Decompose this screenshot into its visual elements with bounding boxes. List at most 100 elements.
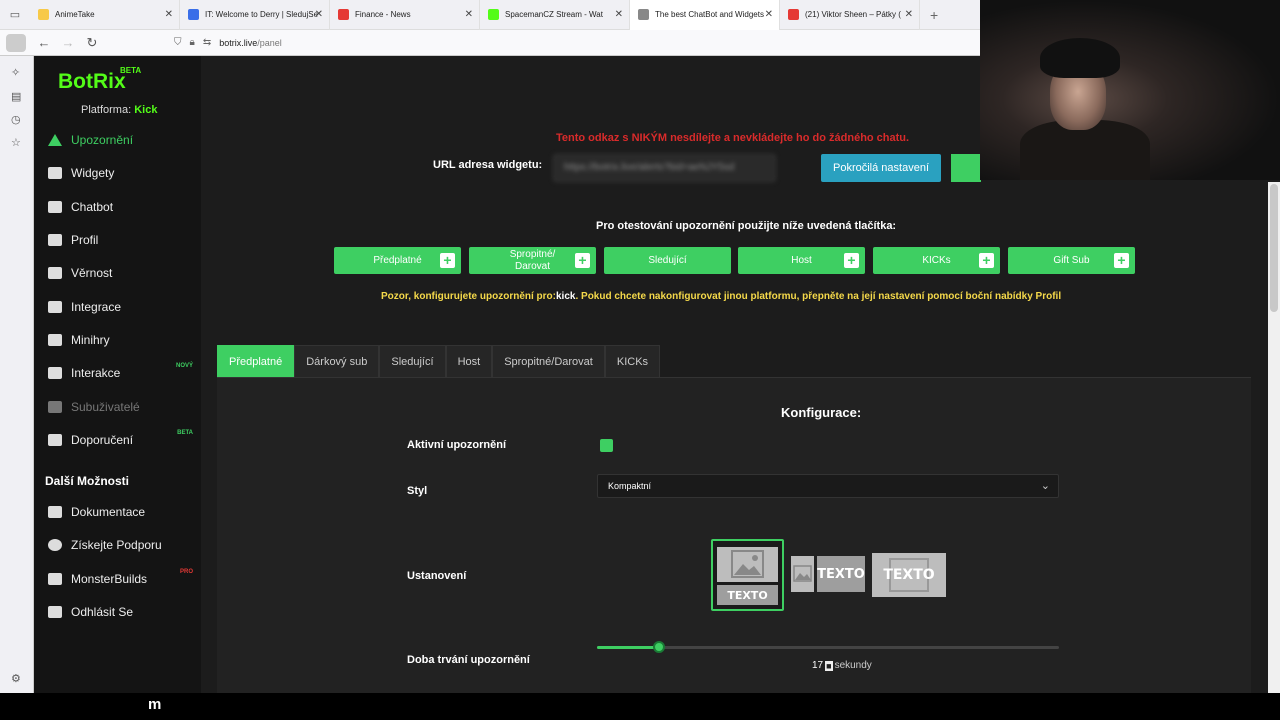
sidebar-item-label: Dokumentace: [71, 505, 146, 519]
close-tab-icon[interactable]: ✕: [615, 9, 623, 20]
browser-tab[interactable]: Finance - News ✕: [330, 0, 480, 30]
ai-chat-icon[interactable]: ✧: [11, 66, 20, 79]
browser-tab[interactable]: IT: Welcome to Derry | SledujSe ✕: [180, 0, 330, 30]
tab-favicon-icon: [188, 9, 199, 20]
close-tab-icon[interactable]: ✕: [905, 9, 913, 20]
plus-icon[interactable]: +: [575, 253, 590, 268]
note-suffix: . Pokud chcete nakonfigurovat jinou plat…: [575, 291, 1062, 302]
question-icon: [48, 539, 62, 551]
test-gift-sub-button[interactable]: Gift Sub +: [1008, 247, 1135, 274]
lock-icon[interactable]: 🔒︎: [190, 37, 195, 48]
shield-icon[interactable]: ⛉: [174, 37, 182, 48]
sidebar-item-minigames[interactable]: Minihry: [48, 330, 198, 350]
tab-title: AnimeTake: [55, 10, 95, 19]
test-subscription-button[interactable]: Předplatné +: [334, 247, 461, 274]
duration-number[interactable]: 17: [812, 660, 823, 671]
page-settings-icon[interactable]: ⇆: [203, 37, 211, 48]
brand-badge: BETA: [120, 66, 142, 75]
scrollbar-thumb[interactable]: [1270, 184, 1278, 312]
tab-kicks[interactable]: KICKs: [604, 345, 661, 378]
sidebar-item-label: MonsterBuilds: [71, 572, 148, 586]
browser-tab-active[interactable]: The best ChatBot and Widgets ✕: [630, 0, 780, 30]
reload-icon[interactable]: ↻: [80, 35, 104, 51]
page-scrollbar[interactable]: [1268, 182, 1280, 693]
tab-title: SpacemanCZ Stream - Wat: [505, 10, 603, 19]
sidebar-item-label: Chatbot: [71, 200, 114, 214]
advanced-settings-button[interactable]: Pokročilá nastavení: [821, 154, 941, 182]
sidebar-item-label: Odhlásit Se: [71, 605, 134, 619]
plug-icon: [48, 301, 62, 313]
tab-tips[interactable]: Spropitné/Darovat: [492, 345, 605, 378]
browser-tab[interactable]: (21) Viktor Sheen – Pátky ( ✕: [780, 0, 920, 30]
widget-url-field[interactable]: https://botrix.live/alerts?bid=aeNJY5sd: [553, 154, 776, 182]
sidebar-toggle-icon[interactable]: [6, 33, 26, 52]
sidebar-item-logout[interactable]: Odhlásit Se: [48, 602, 198, 622]
layout-option-image-top[interactable]: TEXTO: [711, 539, 784, 611]
test-button-label: Spropitné/ Darovat: [509, 248, 556, 272]
tab-gift-sub[interactable]: Dárkový sub: [294, 345, 380, 378]
text-cursor: ■: [825, 660, 833, 671]
test-kicks-button[interactable]: KICKs +: [873, 247, 1000, 274]
active-alert-label: Aktivní upozornění: [407, 439, 506, 451]
brand-logo[interactable]: BotRix: [58, 70, 126, 94]
forward-icon[interactable]: →: [56, 35, 80, 50]
tab-subscription[interactable]: Předplatné: [217, 345, 295, 378]
layout-option-image-left[interactable]: TEXTO: [791, 556, 865, 592]
plus-icon[interactable]: +: [1114, 253, 1129, 268]
sidebar-item-referrals[interactable]: Doporučení BETA: [48, 430, 198, 450]
plus-icon[interactable]: +: [979, 253, 994, 268]
history-icon[interactable]: ◷: [11, 113, 21, 126]
back-icon[interactable]: ←: [32, 35, 56, 50]
taskbar-label: m: [148, 696, 162, 713]
alert-type-tabs: Předplatné Dárkový sub Sledující Host Sp…: [217, 345, 661, 378]
sidebar-item-support[interactable]: Získejte Podporu: [48, 535, 198, 555]
browser-tab[interactable]: AnimeTake ✕: [30, 0, 180, 30]
duration-slider-handle[interactable]: [653, 641, 665, 653]
bookmarks-icon[interactable]: ☆: [11, 136, 21, 149]
test-host-button[interactable]: Host +: [738, 247, 865, 274]
scroll-icon: [48, 506, 62, 518]
copy-url-button[interactable]: [951, 154, 981, 182]
sidebar-item-integrations[interactable]: Integrace: [48, 297, 198, 317]
webcam-overlay: [980, 0, 1280, 180]
sidebar-item-interactions[interactable]: Interakce NOVÝ: [48, 363, 198, 383]
test-tip-button[interactable]: Spropitné/ Darovat +: [469, 247, 596, 274]
platform-note: Pozor, konfigurujete upozornění pro:kick…: [381, 291, 1061, 302]
layout-option-overlay[interactable]: TEXTO: [872, 553, 946, 597]
duration-value: 17 ■ sekundy: [812, 660, 872, 671]
plus-icon[interactable]: +: [844, 253, 859, 268]
plus-icon[interactable]: +: [440, 253, 455, 268]
new-tab-icon[interactable]: +: [930, 7, 938, 23]
sidebar-item-widgets[interactable]: Widgety: [48, 163, 198, 183]
layout-text-sample: TEXTO: [717, 585, 778, 605]
sidebar-item-subusers[interactable]: Subuživatelé: [48, 397, 198, 417]
sidebar-item-alerts[interactable]: Upozornění: [48, 130, 198, 150]
active-alert-checkbox[interactable]: [600, 439, 613, 452]
browser-tab[interactable]: SpacemanCZ Stream - Wat ✕: [480, 0, 630, 30]
close-tab-icon[interactable]: ✕: [165, 9, 173, 20]
sidebar-item-label: Věrnost: [71, 266, 113, 280]
close-tab-icon[interactable]: ✕: [465, 9, 473, 20]
style-select[interactable]: Kompaktní ⌄: [597, 474, 1059, 498]
browser-sidebar: ✧ ▤ ◷ ☆ ⚙: [0, 56, 34, 693]
layout-text-sample: TEXTO: [883, 567, 935, 583]
sidebar-item-loyalty[interactable]: Věrnost: [48, 263, 198, 283]
user-minus-icon: [48, 606, 62, 618]
gear-icon[interactable]: ⚙: [11, 672, 21, 685]
duration-label: Doba trvání upozornění: [407, 654, 530, 666]
sidebar-item-documentation[interactable]: Dokumentace: [48, 502, 198, 522]
synced-tabs-icon[interactable]: ▤: [11, 90, 21, 103]
address-bar[interactable]: ⛉ 🔒︎ ⇆ botrix.live/panel: [174, 37, 282, 48]
close-tab-icon[interactable]: ✕: [315, 9, 323, 20]
test-follower-button[interactable]: Sledující: [604, 247, 731, 274]
close-tab-icon[interactable]: ✕: [765, 9, 773, 20]
tab-host[interactable]: Host: [445, 345, 493, 378]
duration-slider-track[interactable]: [597, 646, 1059, 649]
sidebar-item-profile[interactable]: Profil: [48, 230, 198, 250]
tab-followers[interactable]: Sledující: [379, 345, 446, 378]
sidebar-item-monsterbuilds[interactable]: MonsterBuilds PRO: [48, 569, 198, 589]
config-title: Konfigurace:: [781, 405, 862, 420]
chevron-down-icon: ⌄: [1040, 480, 1050, 492]
list-tabs-icon[interactable]: ▭: [0, 0, 30, 30]
sidebar-item-chatbot[interactable]: Chatbot: [48, 197, 198, 217]
